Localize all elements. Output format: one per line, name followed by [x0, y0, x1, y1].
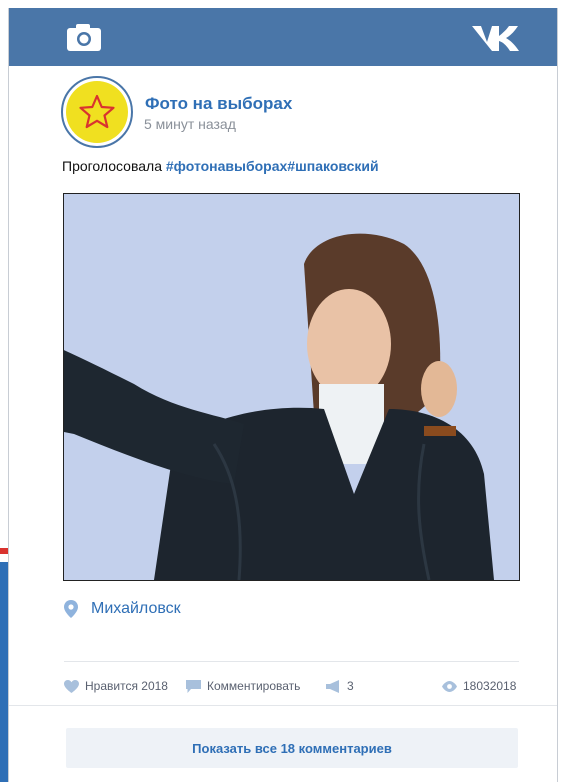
views-counter: 18032018	[442, 676, 516, 696]
divider	[9, 705, 557, 706]
background-stripe-blue	[0, 562, 8, 782]
share-button[interactable]: 3	[326, 676, 354, 696]
post-photo[interactable]	[63, 193, 520, 581]
action-bar: Нравится 2018 Комментировать 3 18032018	[64, 676, 519, 696]
vk-logo-icon[interactable]	[470, 24, 520, 52]
post-hashtags[interactable]: #фотонавыборах#шпаковский	[166, 158, 379, 174]
comment-button[interactable]: Комментировать	[186, 676, 300, 696]
like-button[interactable]: Нравится 2018	[64, 676, 168, 696]
top-bar	[9, 8, 557, 66]
post-frame: Фото на выборах 5 минут назад Проголосов…	[8, 8, 558, 782]
location-pin-icon	[64, 600, 78, 618]
megaphone-icon	[326, 679, 339, 693]
post-location[interactable]: Михайловск	[91, 600, 181, 618]
avatar-fill	[66, 81, 128, 143]
post-author[interactable]: Фото на выборах	[145, 94, 292, 114]
comment-icon	[186, 679, 201, 693]
avatar[interactable]	[61, 76, 133, 148]
share-count: 3	[347, 679, 354, 693]
post-text: Проголосовала #фотонавыборах#шпаковский	[62, 158, 379, 174]
star-icon	[79, 94, 115, 129]
post-time: 5 минут назад	[144, 116, 236, 132]
show-all-comments-button[interactable]: Показать все 18 комментариев	[66, 728, 518, 768]
divider	[64, 661, 519, 662]
post-text-plain: Проголосовала	[62, 158, 166, 174]
selfie-photo	[64, 233, 494, 580]
eye-icon	[442, 680, 457, 692]
like-label: Нравится 2018	[85, 679, 168, 693]
comment-label: Комментировать	[207, 679, 301, 693]
views-count: 18032018	[463, 679, 517, 693]
camera-icon[interactable]	[67, 23, 101, 51]
background-stripe-red	[0, 548, 8, 554]
heart-icon	[64, 679, 79, 693]
